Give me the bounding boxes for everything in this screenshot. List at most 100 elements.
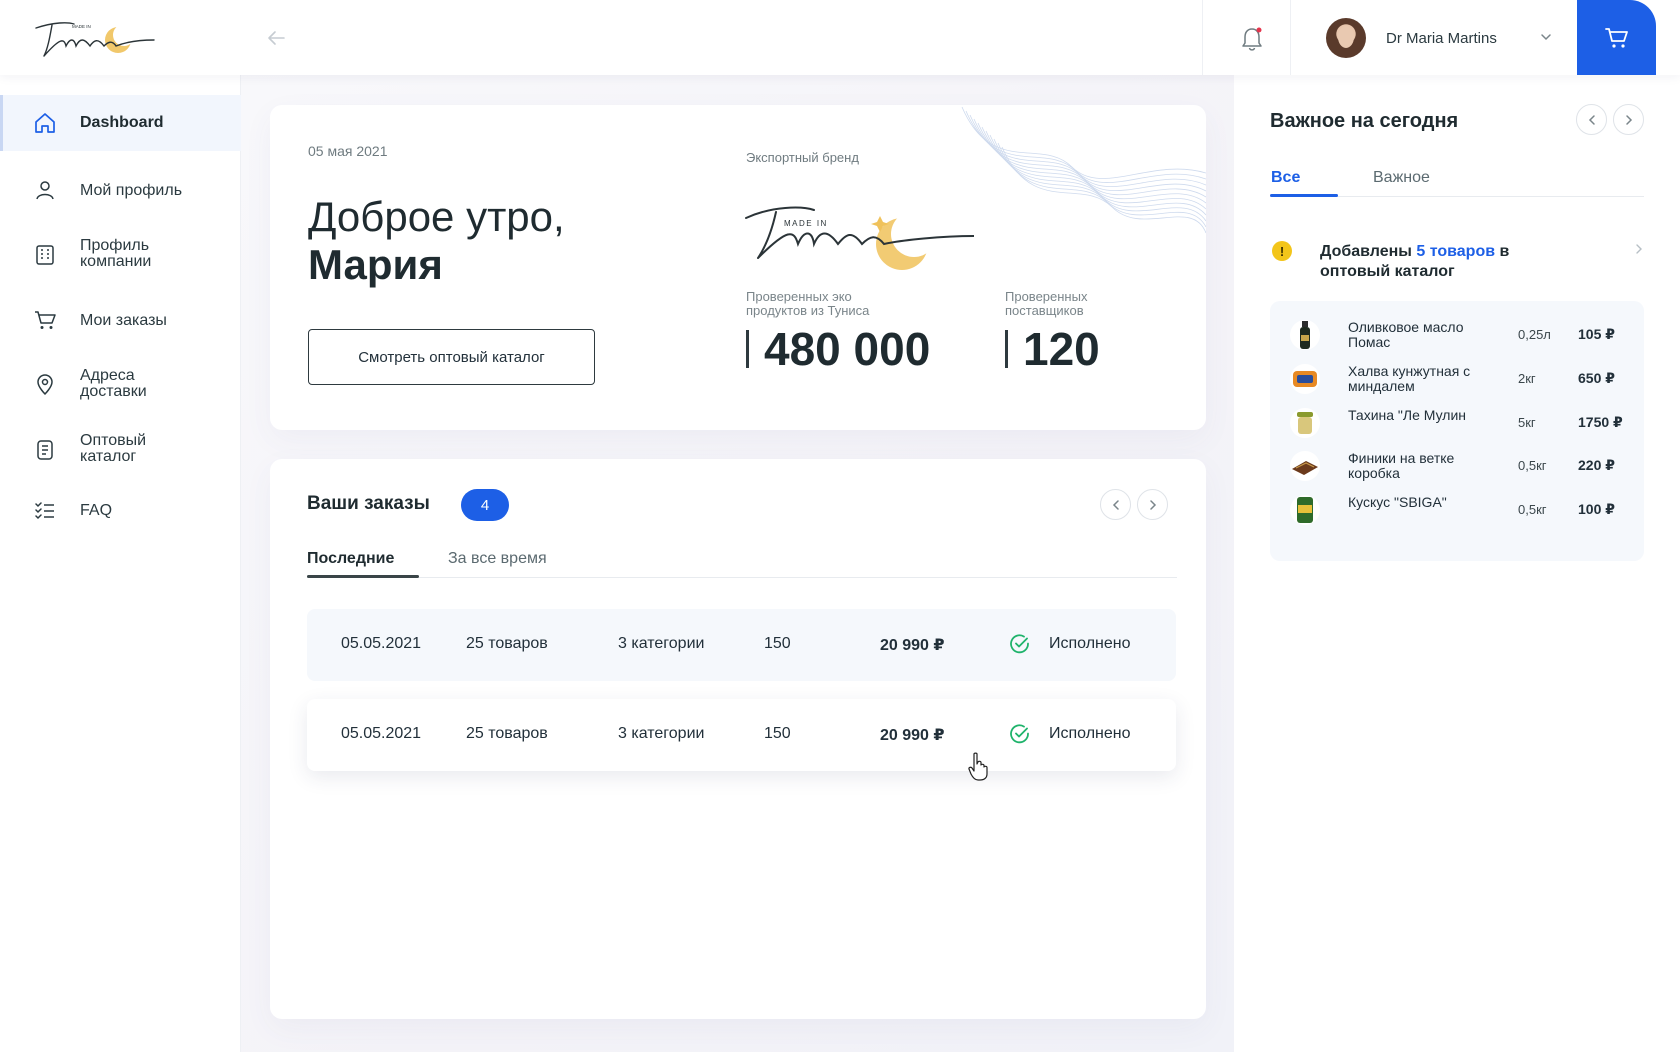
today-prev-button[interactable] — [1576, 104, 1607, 135]
product-name: Финики на ветке коробка — [1348, 450, 1455, 481]
order-status: Исполнено — [1049, 725, 1131, 742]
list-item[interactable]: Халва кунжутная с миндалем 2кг 650 ₽ — [1290, 358, 1630, 398]
chevron-down-icon[interactable] — [1539, 30, 1553, 44]
today-next-button[interactable] — [1613, 104, 1644, 135]
product-quantity: 0,25л — [1518, 327, 1551, 342]
tab-recent[interactable]: Последние — [307, 550, 394, 568]
sidebar-item-delivery-addresses[interactable]: Адреса доставки — [0, 355, 241, 415]
product-name: Халва кунжутная с миндалем — [1348, 363, 1471, 394]
orders-next-button[interactable] — [1137, 489, 1168, 520]
list-item[interactable]: Тахина "Ле Мулин 5кг 1750 ₽ — [1290, 402, 1630, 442]
sidebar-item-label: Мой профиль — [80, 182, 183, 199]
product-price: 1750 ₽ — [1578, 414, 1623, 430]
document-icon — [37, 440, 53, 460]
product-quantity: 2кг — [1518, 371, 1536, 386]
product-name: Тахина "Ле Мулин — [1348, 407, 1467, 423]
product-quantity: 0,5кг — [1518, 458, 1547, 473]
sidebar-item-label: Адреса доставки — [80, 367, 147, 400]
user-icon — [36, 181, 54, 200]
order-quantity: 150 — [764, 725, 791, 742]
cart-button[interactable] — [1577, 0, 1656, 75]
tab-important[interactable]: Важное — [1373, 169, 1430, 187]
stat-bar — [746, 330, 749, 368]
table-row[interactable]: 05.05.2021 25 товаров 3 категории 150 20… — [307, 609, 1176, 681]
header-divider — [1290, 0, 1291, 75]
product-price: 100 ₽ — [1578, 501, 1615, 517]
sidebar-item-faq[interactable]: FAQ — [0, 485, 241, 535]
list-item[interactable]: Финики на ветке коробка 0,5кг 220 ₽ — [1290, 445, 1630, 485]
tab-underline — [1270, 194, 1338, 197]
orders-prev-button[interactable] — [1100, 489, 1131, 520]
couscous-pack-image — [1290, 495, 1320, 525]
building-icon — [36, 245, 54, 265]
tahini-jar-image — [1290, 408, 1320, 438]
back-arrow-icon[interactable] — [264, 26, 288, 50]
brand-label: Экспортный бренд — [746, 150, 859, 165]
notification-bell-icon[interactable] — [1239, 25, 1265, 53]
brand-logo-made-in-text: MADE IN — [784, 219, 828, 228]
tab-all[interactable]: Все — [1271, 169, 1300, 187]
warning-icon: ! — [1272, 241, 1292, 261]
home-icon — [35, 113, 55, 133]
checklist-icon — [35, 502, 54, 520]
sidebar-item-profile[interactable]: Мой профиль — [0, 165, 241, 215]
chevron-left-icon — [1588, 114, 1595, 125]
product-quantity: 5кг — [1518, 415, 1536, 430]
product-price: 105 ₽ — [1578, 326, 1615, 342]
order-status: Исполнено — [1049, 635, 1131, 652]
halva-box-image — [1290, 364, 1320, 394]
sidebar-item-orders[interactable]: Мои заказы — [0, 295, 241, 345]
table-row[interactable]: 05.05.2021 25 товаров 3 категории 150 20… — [307, 699, 1176, 771]
sidebar-item-label: FAQ — [80, 502, 113, 519]
chevron-right-icon — [1149, 499, 1156, 510]
top-header: MADE IN Dr Maria Martins — [0, 0, 1680, 75]
olive-oil-bottle-image — [1290, 320, 1320, 350]
made-in-tunisia-logo[interactable]: MADE IN — [34, 16, 156, 60]
view-catalog-button[interactable]: Смотреть оптовый каталог — [308, 329, 595, 385]
made-in-tunisia-brand-logo: MADE IN — [745, 206, 974, 270]
orders-count-badge: 4 — [461, 489, 509, 521]
product-name: Оливковое масло Помас — [1348, 319, 1464, 350]
tabs-divider — [307, 577, 1177, 578]
header-divider — [1202, 0, 1203, 75]
sidebar-item-wholesale-catalog[interactable]: Оптовый каталог — [0, 420, 241, 480]
chevron-left-icon — [1112, 499, 1119, 510]
avatar — [1326, 18, 1366, 58]
list-item[interactable]: Кускус "SBIGA" 0,5кг 100 ₽ — [1290, 489, 1630, 529]
chevron-right-icon[interactable] — [1632, 242, 1646, 256]
sidebar: Dashboard Мой профиль Профиль компании М… — [0, 75, 241, 1052]
sidebar-item-label: Профиль компании — [80, 237, 152, 270]
decorative-waves — [961, 106, 1206, 234]
sidebar-item-dashboard[interactable]: Dashboard — [0, 95, 241, 151]
notice-products-link[interactable]: 5 товаров — [1416, 243, 1495, 260]
user-name: Dr Maria Martins — [1386, 29, 1497, 47]
stat-products-label: Проверенных эко продуктов из Туниса — [746, 289, 870, 318]
stat-suppliers-value: 120 — [1023, 323, 1100, 375]
stat-products-value: 480 000 — [764, 323, 931, 375]
current-date: 05 мая 2021 — [308, 143, 388, 159]
notice-prefix: Добавлены — [1320, 243, 1412, 260]
order-total: 20 990 ₽ — [880, 637, 945, 654]
sidebar-item-company-profile[interactable]: Профиль компании — [0, 225, 241, 285]
order-categories: 3 категории — [618, 725, 705, 742]
tab-all-time[interactable]: За все время — [448, 550, 547, 568]
stat-suppliers-label: Проверенных поставщиков — [1005, 289, 1088, 318]
tab-underline — [307, 575, 419, 578]
user-menu[interactable]: Dr Maria Martins — [1326, 17, 1561, 59]
order-total: 20 990 ₽ — [880, 727, 945, 744]
check-circle-icon — [1010, 724, 1029, 744]
order-items: 25 товаров — [466, 635, 548, 652]
sidebar-item-label: Мои заказы — [80, 312, 167, 329]
product-name: Кускус "SBIGA" — [1348, 494, 1447, 510]
product-price: 220 ₽ — [1578, 457, 1615, 473]
list-item[interactable]: Оливковое масло Помас 0,25л 105 ₽ — [1290, 314, 1630, 354]
sidebar-item-label: Оптовый каталог — [80, 432, 147, 465]
order-date: 05.05.2021 — [341, 725, 422, 742]
product-price: 650 ₽ — [1578, 370, 1615, 386]
greeting-name: Мария — [308, 241, 443, 288]
check-circle-icon — [1010, 634, 1029, 654]
today-title: Важное на сегодня — [1270, 110, 1459, 132]
greeting: Доброе утро, — [308, 193, 565, 240]
stat-bar — [1005, 330, 1008, 368]
location-pin-icon — [37, 374, 53, 396]
